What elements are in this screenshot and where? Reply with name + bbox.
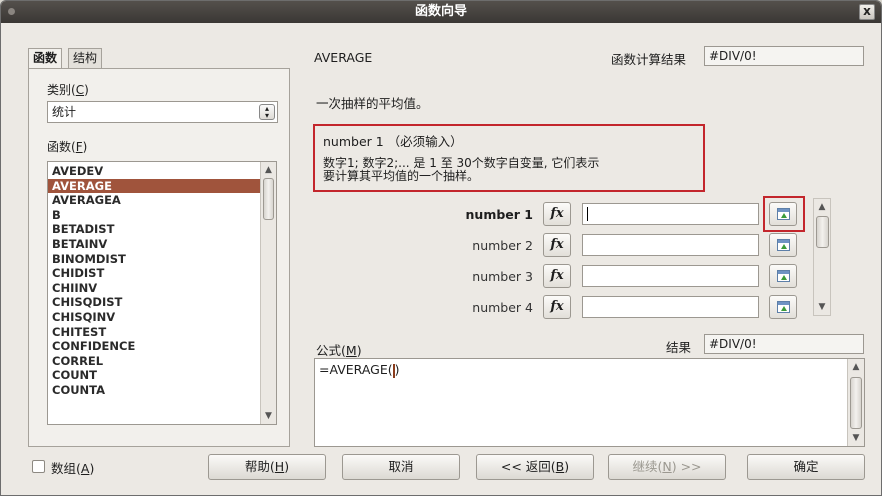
shrink-select-button[interactable] <box>769 264 797 288</box>
argument-label: number 1 <box>465 207 533 222</box>
arguments-scrollbar[interactable]: ▲ ▼ <box>813 198 831 316</box>
formula-text[interactable]: =AVERAGE() <box>319 362 400 378</box>
function-list-item[interactable]: BETAINV <box>48 237 276 252</box>
argument-input[interactable] <box>582 296 759 318</box>
argument-help-box: number 1 （必须输入） 数字1; 数字2;... 是 1 至 30个数字… <box>313 124 705 192</box>
shrink-select-icon <box>777 239 790 251</box>
argument-label: number 2 <box>472 238 533 253</box>
function-list-item[interactable]: CHIDIST <box>48 266 276 281</box>
category-label: 类别(C) <box>47 83 89 97</box>
formula-editor[interactable]: =AVERAGE() ▲ ▼ <box>314 358 865 447</box>
result-label: 结果 <box>666 340 692 355</box>
function-list-item[interactable]: BINOMDIST <box>48 252 276 267</box>
category-select[interactable]: 统计 ▴ ▾ <box>47 101 278 123</box>
function-list-item[interactable]: B <box>48 208 276 223</box>
function-list-item[interactable]: CHISQINV <box>48 310 276 325</box>
scroll-thumb[interactable] <box>816 216 829 248</box>
scroll-down-icon[interactable]: ▼ <box>816 302 828 312</box>
function-list[interactable]: AVEDEV AVERAGE AVERAGEA B BETADIST BETAINV BIN… <box>47 161 277 425</box>
tab-structure[interactable]: 结构 <box>68 48 103 68</box>
scroll-up-icon[interactable]: ▲ <box>850 362 862 372</box>
function-list-item[interactable]: BETADIST <box>48 222 276 237</box>
title-bar[interactable]: 函数向导 x <box>1 1 881 23</box>
tab-functions[interactable]: 函数 <box>28 48 63 68</box>
function-result-label: 函数计算结果 <box>611 52 687 67</box>
shrink-select-icon <box>777 270 790 282</box>
function-list-item[interactable]: CHISQDIST <box>48 295 276 310</box>
function-list-item[interactable]: AVERAGEA <box>48 193 276 208</box>
function-wizard-window: 函数向导 x 函数 结构 类别(C) 统计 ▴ ▾ 函数(F) AVEDEV AVE… <box>0 0 882 496</box>
function-description: 一次抽样的平均值。 <box>316 96 429 111</box>
argument-input[interactable] <box>582 234 759 256</box>
scroll-thumb[interactable] <box>850 377 862 429</box>
scroll-up-icon[interactable]: ▲ <box>261 164 276 176</box>
function-list-scrollbar[interactable]: ▲ ▼ <box>260 162 276 424</box>
function-list-label: 函数(F) <box>47 140 88 154</box>
formula-scrollbar[interactable]: ▲ ▼ <box>847 359 864 446</box>
function-list-item[interactable]: AVERAGE <box>48 178 276 194</box>
shrink-select-button[interactable] <box>769 233 797 257</box>
scroll-down-icon[interactable]: ▼ <box>261 410 276 422</box>
function-list-item[interactable]: CHITEST <box>48 325 276 340</box>
formula-label: 公式(M) <box>316 343 362 358</box>
window-title: 函数向导 <box>414 4 467 19</box>
array-label: 数组(A) <box>51 461 95 476</box>
function-list-item[interactable]: COUNT <box>48 368 276 383</box>
spin-arrows-icon[interactable]: ▴ ▾ <box>259 104 275 120</box>
next-button[interactable]: 继续(N) >> <box>608 454 726 480</box>
close-button[interactable]: x <box>859 4 875 20</box>
help-button[interactable]: 帮助(H) <box>208 454 326 480</box>
shrink-select-button[interactable] <box>769 295 797 319</box>
argument-input[interactable] <box>582 265 759 287</box>
argument-input[interactable] <box>582 203 759 225</box>
function-list-item[interactable]: COUNTA <box>48 383 276 398</box>
function-tab-panel: 类别(C) 统计 ▴ ▾ 函数(F) AVEDEV AVERAGE AVERAGEA B… <box>28 68 290 447</box>
function-icon[interactable]: fx <box>543 233 571 257</box>
argument-label: number 4 <box>472 300 533 315</box>
shrink-select-icon <box>777 301 790 313</box>
argument-title: number 1 （必须输入） <box>323 134 463 149</box>
array-checkbox[interactable] <box>32 460 45 473</box>
function-list-item[interactable]: CORREL <box>48 354 276 369</box>
scroll-thumb[interactable] <box>263 178 274 220</box>
cancel-button[interactable]: 取消 <box>342 454 460 480</box>
back-button[interactable]: << 返回(B) <box>476 454 594 480</box>
highlight-pick-button <box>763 196 805 232</box>
function-list-item[interactable]: AVEDEV <box>48 164 276 179</box>
function-name: AVERAGE <box>314 50 373 65</box>
scroll-up-icon[interactable]: ▲ <box>816 202 828 212</box>
function-icon[interactable]: fx <box>543 202 571 226</box>
function-icon[interactable]: fx <box>543 295 571 319</box>
function-list-item[interactable]: CHIINV <box>48 281 276 296</box>
scroll-down-icon[interactable]: ▼ <box>850 433 862 443</box>
window-menu-dot-icon[interactable] <box>8 8 15 15</box>
text-cursor <box>587 207 588 221</box>
ok-button[interactable]: 确定 <box>747 454 865 480</box>
function-icon[interactable]: fx <box>543 264 571 288</box>
function-result-value: #DIV/0! <box>704 46 864 66</box>
category-selected-value: 统计 <box>52 105 77 119</box>
argument-label: number 3 <box>472 269 533 284</box>
argument-description-line2: 要计算其平均值的一个抽样。 <box>323 169 480 183</box>
result-value: #DIV/0! <box>704 334 864 354</box>
function-list-item[interactable]: CONFIDENCE <box>48 339 276 354</box>
